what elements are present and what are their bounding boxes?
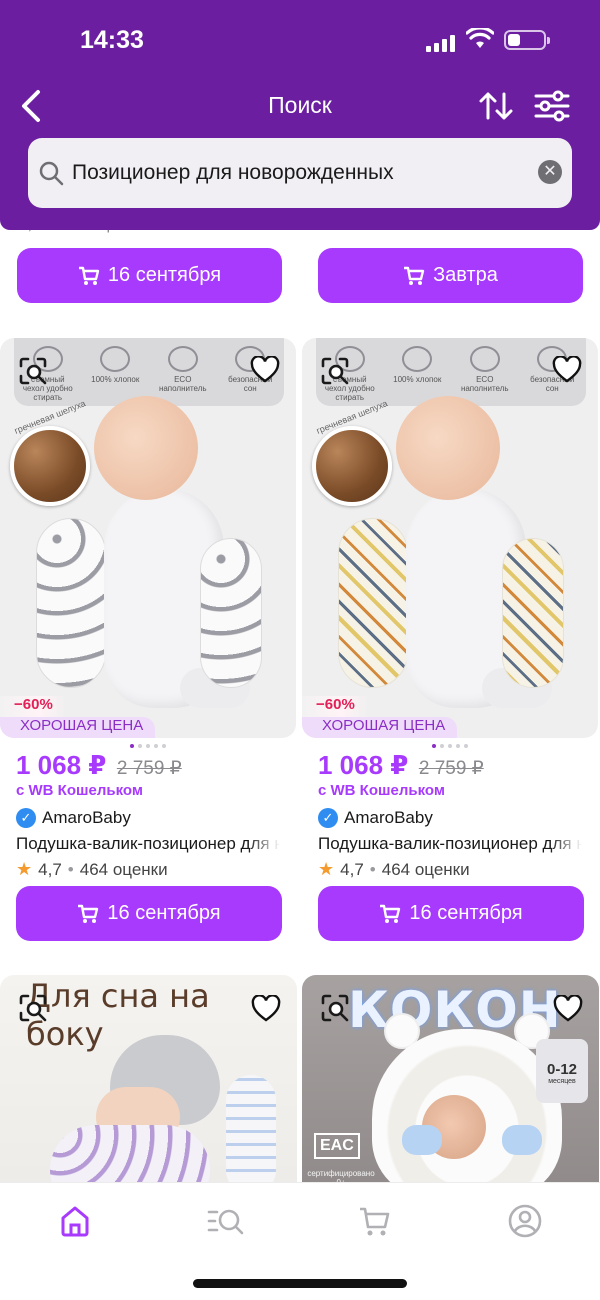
pillow-roll bbox=[36, 518, 106, 688]
star-icon: ★ bbox=[16, 859, 33, 879]
profile-icon[interactable] bbox=[505, 1201, 545, 1241]
status-bar: 14:33 bbox=[0, 24, 600, 60]
product-title[interactable]: Подушка-валик-позиционер для новорожденн… bbox=[16, 834, 280, 854]
rating-value: 4,7 bbox=[38, 859, 62, 879]
verified-check-icon: ✓ bbox=[318, 808, 338, 828]
leaf-icon bbox=[469, 346, 500, 372]
carousel-dots bbox=[432, 744, 468, 748]
image-search-icon[interactable] bbox=[320, 993, 350, 1023]
baby-head-image bbox=[94, 396, 198, 500]
rating: ★ 4,7 • 464 оценки bbox=[318, 859, 470, 880]
seller-name: AmaroBaby bbox=[344, 808, 433, 827]
product-photo[interactable]: съемный чехол удобно стирать 100% хлопок… bbox=[302, 338, 598, 738]
delivery-label: 16 сентября bbox=[107, 264, 222, 286]
sort-button[interactable] bbox=[478, 88, 514, 124]
rating-value: 4,7 bbox=[340, 859, 364, 879]
price: 1 068 ₽ bbox=[318, 750, 409, 780]
tab-bar bbox=[0, 1183, 600, 1300]
favorite-heart-icon[interactable] bbox=[251, 995, 281, 1023]
delivery-label: 16 сентября bbox=[409, 902, 523, 924]
discount-badge: −60% bbox=[302, 696, 369, 718]
pillow-roll bbox=[402, 1125, 442, 1155]
age-unit: месяцев bbox=[548, 1078, 576, 1085]
product-photo[interactable]: КОКОН 0-12 месяцев EAC сертифицировано 0… bbox=[302, 975, 599, 1215]
pillow-roll bbox=[338, 518, 408, 688]
delivery-button[interactable]: 16 сентября bbox=[318, 886, 584, 941]
baby-head-image bbox=[396, 396, 500, 500]
feature-item: 100% хлопок bbox=[87, 346, 143, 402]
seller[interactable]: ✓ AmaroBaby bbox=[318, 808, 433, 828]
image-search-icon[interactable] bbox=[320, 356, 350, 386]
favorite-heart-icon[interactable] bbox=[250, 356, 280, 384]
signal-icon bbox=[426, 34, 455, 52]
pillow-roll bbox=[502, 538, 564, 688]
age-range: 0-12 bbox=[546, 1061, 578, 1078]
image-search-icon[interactable] bbox=[18, 993, 48, 1023]
search-query: Позиционер для новорожденных bbox=[72, 161, 394, 184]
delivery-button[interactable]: 16 сентября bbox=[17, 248, 282, 303]
old-price: 2 759 ₽ bbox=[116, 758, 182, 779]
wallet-note: с WB Кошельком bbox=[318, 782, 445, 799]
buckwheat-image bbox=[312, 426, 392, 506]
delivery-label: 16 сентября bbox=[107, 902, 221, 924]
seller[interactable]: ✓ AmaroBaby bbox=[16, 808, 131, 828]
cart-icon bbox=[78, 266, 100, 285]
reviews-count: 464 оценки bbox=[79, 859, 168, 879]
pillow-roll bbox=[200, 538, 262, 688]
product-photo[interactable]: съемный чехол удобно стирать 100% хлопок… bbox=[0, 338, 296, 738]
product-photo[interactable]: Для сна на боку bbox=[0, 975, 297, 1215]
catalog-icon[interactable] bbox=[205, 1201, 245, 1241]
separator-dot: • bbox=[67, 859, 74, 879]
discount-badge: −60% bbox=[0, 696, 67, 718]
separator-dot: • bbox=[369, 859, 376, 879]
product-title[interactable]: Подушка-валик-позиционер для новорожденн… bbox=[318, 834, 582, 854]
price-row: 1 068 ₽ 2 759 ₽ bbox=[16, 750, 182, 781]
rating: ★ 4,7 • 464 оценки bbox=[16, 859, 168, 880]
nav-bar: Поиск bbox=[0, 80, 600, 130]
wallet-note: с WB Кошельком bbox=[16, 782, 143, 799]
feature-item: ECO наполнитель bbox=[155, 346, 211, 402]
cart-icon bbox=[404, 266, 425, 285]
feature-item: 100% хлопок bbox=[389, 346, 445, 402]
delivery-button[interactable]: 16 сентября bbox=[16, 886, 282, 941]
cotton-icon bbox=[100, 346, 131, 372]
pillow-roll bbox=[226, 1075, 276, 1195]
buckwheat-image bbox=[10, 426, 90, 506]
search-input[interactable]: Позиционер для новорожденных ✕ bbox=[28, 138, 572, 208]
good-price-badge: ХОРОШАЯ ЦЕНА bbox=[302, 717, 458, 738]
delivery-label: Завтра bbox=[433, 264, 498, 286]
carousel-dots bbox=[130, 744, 166, 748]
clear-search-icon[interactable]: ✕ bbox=[538, 160, 562, 184]
star-icon: ★ bbox=[318, 859, 335, 879]
cart-icon[interactable] bbox=[355, 1201, 395, 1241]
price-row: 1 068 ₽ 2 759 ₽ bbox=[318, 750, 484, 781]
favorite-heart-icon[interactable] bbox=[553, 995, 583, 1023]
feature-item: ECO наполнитель bbox=[457, 346, 513, 402]
leaf-icon bbox=[167, 346, 198, 372]
eac-mark: EAC bbox=[314, 1133, 360, 1159]
reviews-count: 464 оценки bbox=[381, 859, 470, 879]
age-badge: 0-12 месяцев bbox=[536, 1039, 588, 1103]
cotton-icon bbox=[402, 346, 433, 372]
pillow-roll bbox=[502, 1125, 542, 1155]
search-icon bbox=[39, 161, 64, 186]
good-price-badge: ХОРОШАЯ ЦЕНА bbox=[0, 717, 156, 738]
battery-icon bbox=[504, 30, 550, 50]
old-price: 2 759 ₽ bbox=[418, 758, 484, 779]
verified-check-icon: ✓ bbox=[16, 808, 36, 828]
favorite-heart-icon[interactable] bbox=[552, 356, 582, 384]
delivery-button[interactable]: Завтра bbox=[318, 248, 583, 303]
home-indicator bbox=[193, 1279, 407, 1288]
screen: 14:33 Поиск Позиционер для новорожденных… bbox=[0, 0, 600, 1300]
status-time: 14:33 bbox=[80, 26, 144, 54]
header: 14:33 Поиск Позиционер для новорожденных… bbox=[0, 0, 600, 230]
filter-button[interactable] bbox=[533, 88, 571, 124]
price: 1 068 ₽ bbox=[16, 750, 107, 780]
home-icon[interactable] bbox=[55, 1201, 95, 1241]
cart-icon bbox=[380, 904, 401, 923]
image-search-icon[interactable] bbox=[18, 356, 48, 386]
seller-name: AmaroBaby bbox=[42, 808, 131, 827]
wifi-icon bbox=[466, 28, 494, 48]
cart-icon bbox=[78, 904, 99, 923]
